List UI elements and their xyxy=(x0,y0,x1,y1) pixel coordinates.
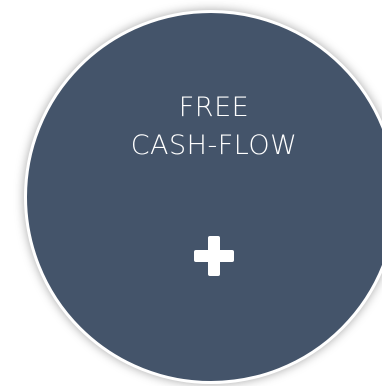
title-line-1: FREE xyxy=(178,92,250,123)
canvas: FREE CASH-FLOW xyxy=(0,0,382,386)
cash-flow-circle xyxy=(24,10,382,384)
title-line-2: CASH-FLOW xyxy=(130,130,298,161)
card-title: FREE CASH-FLOW xyxy=(24,89,382,165)
plus-vertical-bar xyxy=(208,236,220,276)
plus-icon[interactable] xyxy=(194,236,234,276)
